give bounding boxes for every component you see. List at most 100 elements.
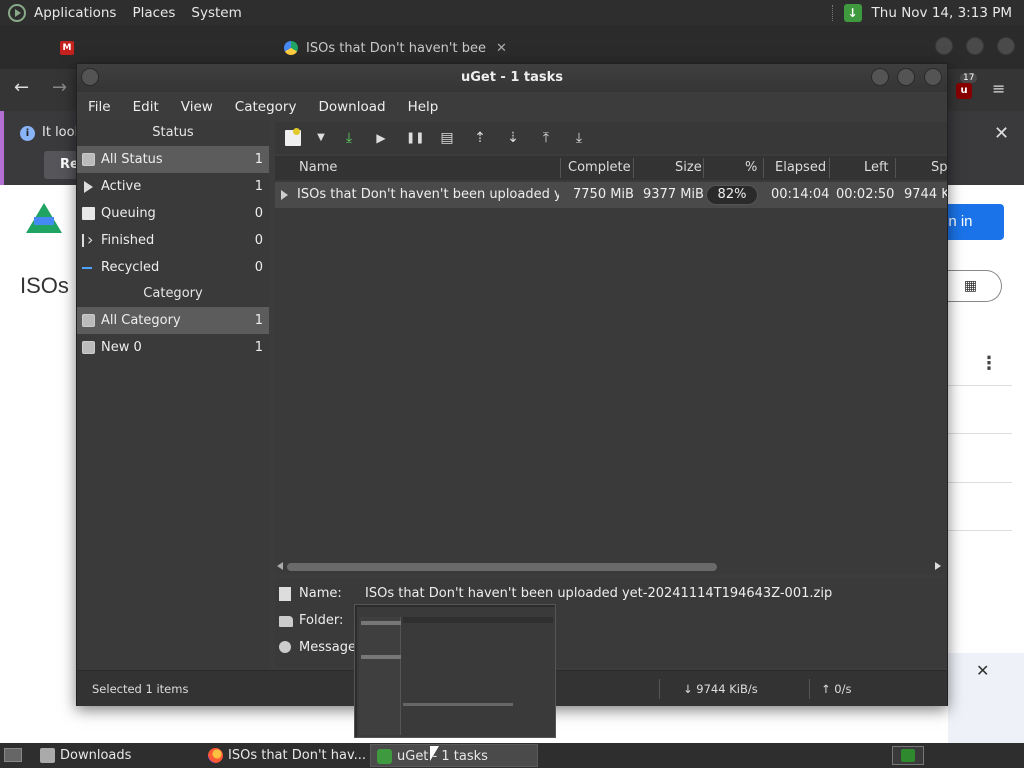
scroll-right-icon[interactable] (935, 562, 941, 570)
status-count: 0 (254, 260, 263, 275)
download-speed: 9744 K (904, 187, 947, 202)
status-label: Finished (101, 233, 155, 248)
status-label: Recycled (101, 260, 160, 275)
scroll-thumb[interactable] (287, 563, 717, 571)
category-header: Category (77, 281, 269, 307)
move-bottom-icon[interactable]: ⤓ (571, 130, 587, 146)
menu-category[interactable]: Category (225, 99, 309, 115)
show-desktop-icon[interactable] (4, 748, 22, 762)
download-name: ISOs that Don't haven't been uploaded ye… (297, 187, 559, 202)
row-divider (948, 385, 1012, 386)
new-dropdown-icon[interactable]: ▼ (313, 130, 329, 146)
download-icon[interactable]: ⤓ (341, 130, 357, 146)
download-list: ISOs that Don't haven't been uploaded ye… (275, 180, 947, 562)
sign-in-button[interactable]: gn in (940, 204, 1004, 240)
status-count: 0 (254, 206, 263, 221)
horizontal-scrollbar[interactable] (275, 560, 947, 574)
top-panel-menu: Applications Places System (0, 0, 250, 25)
message-icon (279, 641, 291, 653)
system-menu[interactable]: System (183, 5, 249, 21)
task-firefox[interactable]: ISOs that Don't hav... (202, 744, 368, 767)
column-percent[interactable]: % (745, 160, 757, 175)
uget-titlebar[interactable]: uGet - 1 tasks (77, 64, 947, 92)
category-item-all[interactable]: All Category 1 (77, 307, 269, 334)
browser-minimize-button[interactable] (935, 37, 953, 55)
places-menu[interactable]: Places (124, 5, 183, 21)
firefox-icon (208, 748, 223, 763)
status-item-recycled[interactable]: Recycled 0 (77, 254, 269, 281)
top-panel: Applications Places System ↓ Thu Nov 14,… (0, 0, 1024, 25)
move-up-icon[interactable]: ⇡ (472, 130, 488, 146)
status-item-active[interactable]: Active 1 (77, 173, 269, 200)
task-label: Downloads (60, 748, 132, 763)
category-item-new[interactable]: New 0 1 (77, 334, 269, 361)
window-menu-button[interactable] (81, 68, 99, 86)
detail-message-label: Message: (299, 640, 361, 655)
clock[interactable]: Thu Nov 14, 3:13 PM (872, 5, 1012, 21)
move-top-icon[interactable]: ⤒ (538, 130, 554, 146)
detail-name-label: Name: (299, 586, 342, 601)
download-left: 00:02:50 (836, 187, 895, 202)
window-preview-thumbnail[interactable] (354, 604, 556, 738)
tab-close-icon[interactable]: ✕ (496, 41, 507, 56)
tab-gmail[interactable]: M (60, 33, 82, 63)
browser-close-button[interactable] (997, 37, 1015, 55)
toast-close-icon[interactable]: ✕ (976, 661, 989, 680)
download-complete: 7750 MiB (573, 187, 634, 202)
properties-icon[interactable]: ▤ (439, 130, 455, 146)
menu-file[interactable]: File (77, 99, 123, 115)
category-count: 1 (254, 340, 263, 355)
back-arrow-icon[interactable]: ← (14, 77, 29, 98)
hamburger-menu-icon[interactable]: ≡ (992, 79, 1005, 98)
task-uget[interactable]: uGet - 1 tasks (370, 744, 538, 767)
scroll-left-icon[interactable] (277, 562, 283, 570)
applications-menu[interactable]: Applications (26, 5, 124, 21)
upload-speed-status[interactable]: ↑ 0/s (821, 682, 851, 696)
download-row[interactable]: ISOs that Don't haven't been uploaded ye… (275, 182, 947, 208)
tab-google-drive[interactable]: ISOs that Don't haven't bee ✕ (284, 33, 507, 63)
column-name[interactable]: Name (299, 160, 337, 175)
uget-tray-icon[interactable]: ↓ (843, 3, 862, 22)
file-icon (279, 587, 291, 601)
minimize-button[interactable] (871, 68, 889, 86)
grid-view-icon[interactable]: ▦ (940, 270, 1002, 302)
start-icon[interactable]: ▶ (373, 130, 389, 146)
menu-view[interactable]: View (171, 99, 225, 115)
status-item-all[interactable]: All Status 1 (77, 146, 269, 173)
column-complete[interactable]: Complete (568, 160, 631, 175)
pause-icon[interactable]: ❚❚ (406, 130, 424, 146)
column-speed[interactable]: Sp (931, 160, 948, 175)
move-down-icon[interactable]: ⇣ (505, 130, 521, 146)
extension-badge: 17 (960, 73, 978, 83)
status-item-queuing[interactable]: Queuing 0 (77, 200, 269, 227)
workspace-switcher[interactable] (892, 746, 924, 765)
preview-window (357, 607, 555, 737)
maximize-button[interactable] (897, 68, 915, 86)
menu-help[interactable]: Help (398, 99, 451, 115)
column-elapsed[interactable]: Elapsed (775, 160, 826, 175)
category-count: 1 (254, 313, 263, 328)
status-label: Active (101, 179, 142, 194)
menu-edit[interactable]: Edit (123, 99, 171, 115)
row-divider (948, 433, 1012, 434)
close-button[interactable] (924, 68, 942, 86)
browser-maximize-button[interactable] (966, 37, 984, 55)
more-options-icon[interactable]: ⋮ (980, 353, 998, 374)
menu-download[interactable]: Download (308, 99, 397, 115)
distro-logo-icon[interactable] (8, 3, 26, 22)
forward-arrow-icon[interactable]: → (52, 77, 67, 98)
google-drive-logo-icon[interactable] (26, 203, 62, 233)
status-item-finished[interactable]: Finished 0 (77, 226, 269, 254)
ublock-icon[interactable]: u (956, 83, 972, 99)
row-divider (948, 482, 1012, 483)
tab-label: ISOs that Don't haven't bee (306, 40, 486, 56)
download-speed-status[interactable]: ↓ 9744 KiB/s (683, 682, 758, 696)
detail-name-value: ISOs that Don't haven't been uploaded ye… (365, 586, 833, 601)
info-close-icon[interactable]: ✕ (994, 123, 1009, 144)
new-download-icon[interactable] (285, 128, 301, 146)
status-label: Queuing (101, 206, 156, 221)
column-size[interactable]: Size (675, 160, 702, 175)
column-left[interactable]: Left (864, 160, 888, 175)
task-downloads[interactable]: Downloads (34, 744, 200, 767)
expander-icon[interactable] (281, 190, 288, 200)
